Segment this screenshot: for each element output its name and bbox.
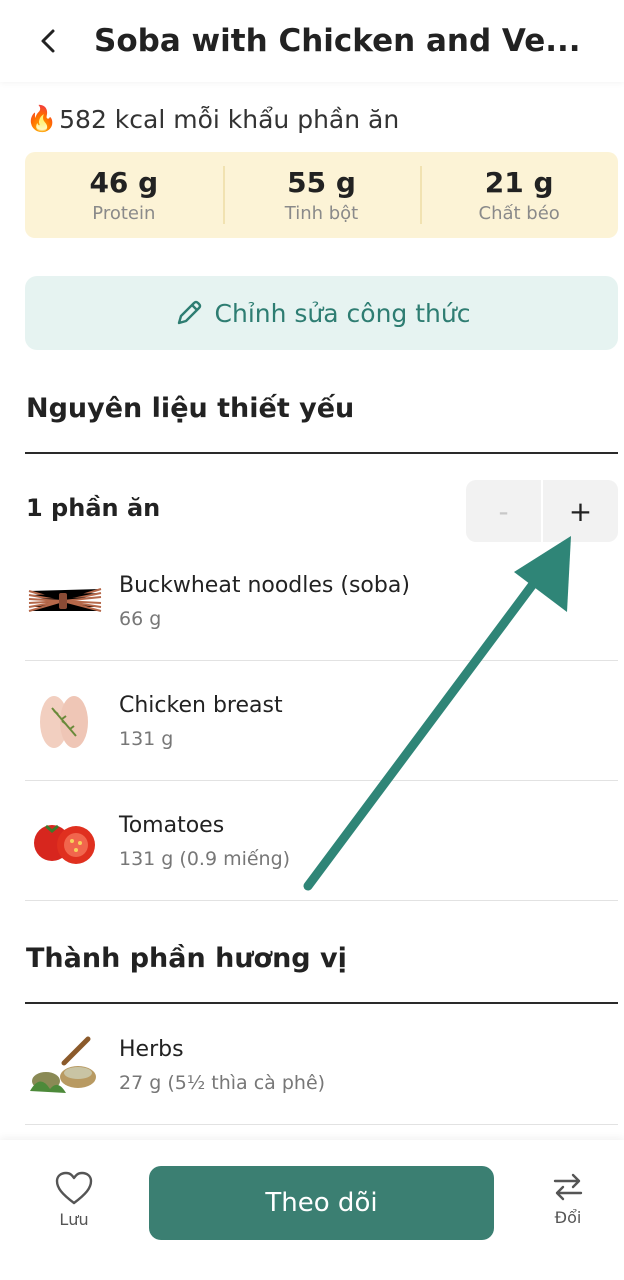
ingredient-name: Buckwheat noodles (soba): [119, 572, 410, 598]
decrease-servings-button[interactable]: -: [466, 480, 543, 542]
ingredient-amount: 66 g: [119, 607, 162, 630]
swap-arrows-icon: [553, 1173, 583, 1201]
ingredient-name: Herbs: [119, 1036, 184, 1062]
ingredient-amount: 131 g (0.9 miếng): [119, 847, 291, 870]
pencil-icon: [177, 300, 201, 325]
bottom-action-bar: Lưu Theo dõi Đổi: [0, 1140, 624, 1280]
macro-value: 46 g: [89, 165, 159, 199]
macro-protein: 46 g Protein: [25, 152, 223, 238]
section-divider: [25, 1002, 618, 1004]
calories-text: 582 kcal mỗi khẩu phần ăn: [59, 104, 400, 134]
flavor-ingredients-title: Thành phần hương vị: [26, 943, 347, 974]
ingredient-amount: 27 g (5½ thìa cà phê): [119, 1071, 326, 1094]
swap-button[interactable]: Đổi: [538, 1170, 598, 1227]
edit-recipe-label: Chỉnh sửa công thức: [214, 298, 471, 328]
chevron-left-icon: [41, 29, 55, 53]
top-app-bar: Soba with Chicken and Ve...: [0, 0, 624, 82]
servings-stepper: - +: [466, 480, 618, 542]
flame-icon: 🔥: [26, 104, 58, 133]
ingredient-row[interactable]: Buckwheat noodles (soba) 66 g: [25, 541, 618, 661]
ingredient-row[interactable]: Chicken breast 131 g: [25, 661, 618, 781]
follow-button[interactable]: Theo dõi: [149, 1166, 494, 1240]
save-label: Lưu: [59, 1210, 89, 1229]
ingredient-name: Tomatoes: [119, 812, 225, 838]
ingredient-row[interactable]: Tomatoes 131 g (0.9 miếng): [25, 781, 618, 901]
calories-row: 🔥 582 kcal mỗi khẩu phần ăn: [26, 104, 399, 134]
back-button[interactable]: [26, 18, 72, 64]
section-divider: [25, 452, 618, 454]
increase-servings-button[interactable]: +: [543, 480, 618, 542]
macro-label: Chất béo: [478, 202, 560, 224]
swap-label: Đổi: [554, 1208, 582, 1227]
ingredient-amount: 131 g: [119, 727, 174, 750]
macro-value: 55 g: [287, 165, 356, 199]
macro-label: Tinh bột: [284, 202, 359, 224]
ingredient-row[interactable]: Herbs 27 g (5½ thìa cà phê): [25, 1005, 618, 1125]
tomatoes-image: [25, 801, 105, 881]
edit-recipe-button[interactable]: Chỉnh sửa công thức: [25, 276, 618, 350]
macro-carbs: 55 g Tinh bột: [222, 152, 421, 238]
page-title: Soba with Chicken and Ve...: [94, 23, 581, 59]
heart-icon: [55, 1171, 93, 1205]
chicken-breast-image: [25, 681, 105, 761]
save-button[interactable]: Lưu: [44, 1170, 104, 1229]
macro-fat: 21 g Chất béo: [420, 152, 618, 238]
macros-panel: 46 g Protein 55 g Tinh bột 21 g Chất béo: [25, 152, 618, 238]
essential-ingredients-title: Nguyên liệu thiết yếu: [26, 393, 355, 424]
soba-noodles-image: [25, 561, 105, 641]
macro-label: Protein: [92, 202, 156, 224]
herbs-image: [25, 1025, 105, 1105]
macro-value: 21 g: [484, 165, 554, 199]
ingredient-name: Chicken breast: [119, 692, 283, 718]
servings-label: 1 phần ăn: [26, 494, 161, 522]
